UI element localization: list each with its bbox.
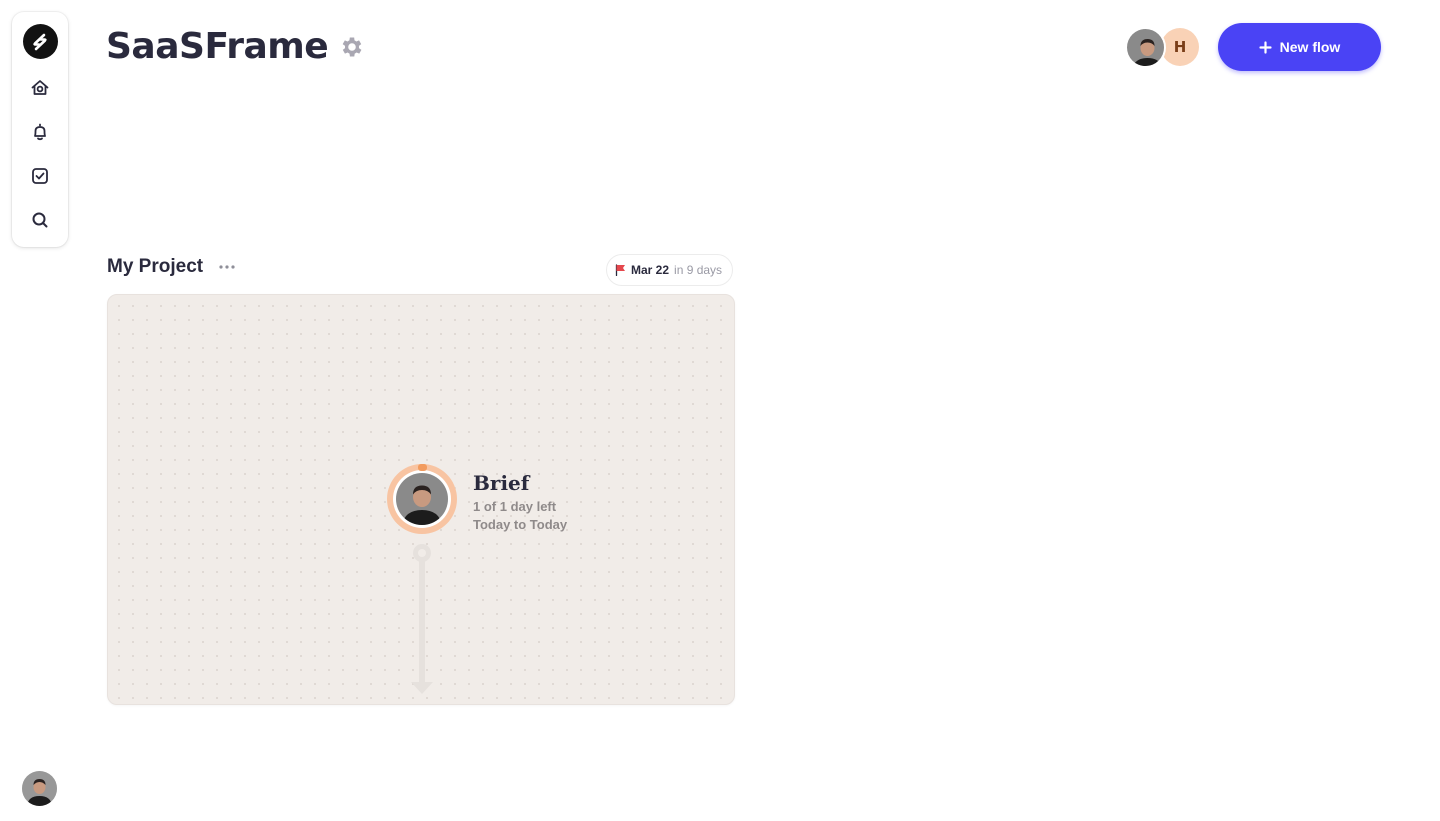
avatar-photo-icon [396, 473, 448, 525]
sidebar [12, 12, 68, 247]
node-progress-text: 1 of 1 day left [473, 499, 557, 514]
node-title: Brief [473, 471, 530, 495]
node-date-range: Today to Today [473, 517, 568, 532]
bell-icon [34, 123, 46, 141]
due-date: Mar 22 [631, 263, 670, 277]
due-date-badge[interactable]: Mar 22 in 9 days [606, 254, 734, 286]
logo-icon [33, 33, 47, 50]
collaborators[interactable]: H [1125, 27, 1205, 69]
flag-icon [615, 264, 625, 276]
sidebar-item-notifications[interactable] [25, 117, 55, 147]
node-assignee-avatar [396, 473, 448, 525]
user-avatar[interactable] [22, 771, 57, 806]
sidebar-item-search[interactable] [25, 205, 55, 235]
avatar-photo-icon [22, 771, 57, 806]
plus-icon [1259, 40, 1272, 54]
search-icon [32, 212, 48, 228]
title-wrap: SaaSFrame [106, 26, 366, 67]
check-square-icon [32, 168, 48, 184]
settings-button[interactable] [338, 33, 366, 61]
more-horizontal-icon [219, 265, 235, 269]
project-more-button[interactable] [218, 258, 236, 276]
collaborator-avatar-photo[interactable] [1125, 27, 1166, 68]
new-flow-label: New flow [1279, 39, 1341, 55]
avatar-photo-icon [1127, 29, 1164, 66]
home-icon [31, 80, 49, 95]
node-progress-marker [418, 464, 427, 471]
flow-canvas[interactable]: Brief 1 of 1 day left Today to Today [107, 294, 735, 705]
flow-connector [411, 544, 433, 694]
project-title: My Project [107, 256, 204, 277]
sidebar-item-tasks[interactable] [25, 161, 55, 191]
new-flow-button[interactable]: New flow [1218, 23, 1381, 71]
sidebar-item-home[interactable] [25, 73, 55, 103]
logo[interactable] [22, 24, 58, 59]
gear-icon [342, 36, 362, 57]
page-title: SaaSFrame [106, 26, 329, 67]
collaborator-avatar-initial[interactable]: H [1161, 28, 1199, 66]
due-relative: in 9 days [674, 263, 723, 277]
